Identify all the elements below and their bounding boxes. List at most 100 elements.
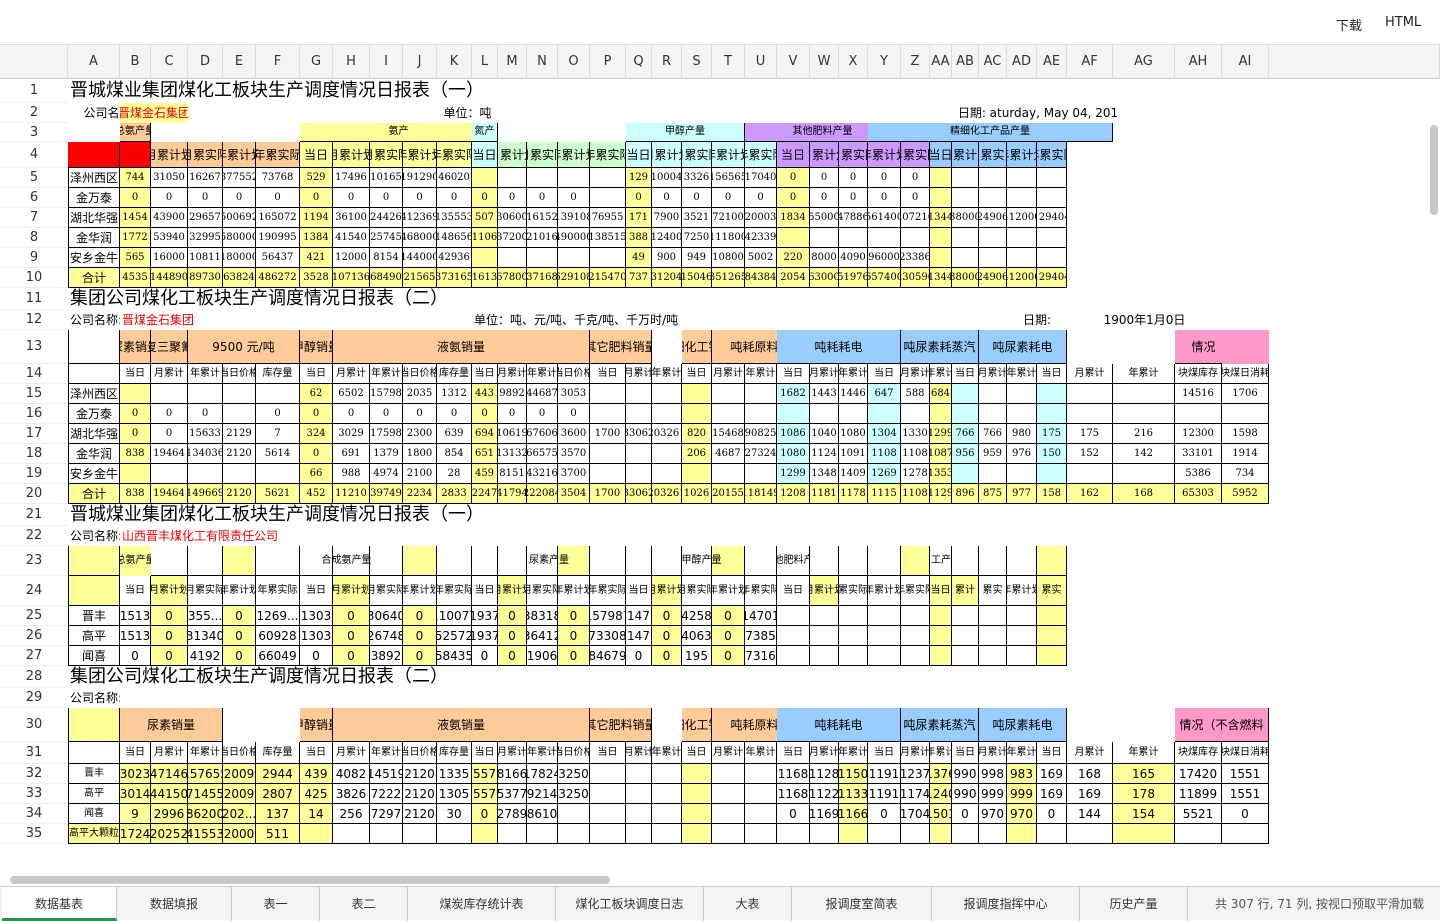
- data-cell[interactable]: 468000: [403, 228, 437, 248]
- data-cell[interactable]: 988: [333, 464, 370, 484]
- info-cell[interactable]: 日期:: [1007, 310, 1067, 330]
- data-cell[interactable]: [151, 384, 188, 404]
- data-cell[interactable]: 0: [437, 188, 472, 208]
- data-cell[interactable]: 351265: [712, 268, 745, 288]
- row-label[interactable]: 合计: [68, 268, 120, 288]
- data-cell[interactable]: 959: [979, 444, 1007, 464]
- column-header[interactable]: Y: [868, 45, 901, 79]
- data-cell[interactable]: 1124: [810, 444, 839, 464]
- data-cell[interactable]: 0: [333, 188, 370, 208]
- data-cell[interactable]: 168: [1067, 764, 1113, 784]
- data-cell[interactable]: [777, 626, 810, 646]
- data-cell[interactable]: [223, 404, 256, 424]
- data-cell[interactable]: 0: [652, 606, 682, 626]
- data-cell[interactable]: [652, 804, 682, 824]
- data-cell[interactable]: 1299: [930, 424, 952, 444]
- data-cell[interactable]: 980: [1007, 424, 1037, 444]
- data-cell[interactable]: [777, 646, 810, 666]
- data-cell[interactable]: [930, 606, 952, 626]
- data-cell[interactable]: 3014: [120, 784, 151, 804]
- header-cell[interactable]: 月累计: [333, 364, 370, 384]
- data-cell[interactable]: [952, 626, 979, 646]
- data-cell[interactable]: 8154: [370, 248, 403, 268]
- data-cell[interactable]: [979, 404, 1007, 424]
- data-cell[interactable]: 1278: [901, 464, 930, 484]
- data-cell[interactable]: [952, 824, 979, 844]
- data-cell[interactable]: 1240: [930, 784, 952, 804]
- data-cell[interactable]: 1106: [472, 228, 498, 248]
- column-header[interactable]: N: [527, 45, 558, 79]
- data-cell[interactable]: 2234: [403, 484, 437, 504]
- data-cell[interactable]: 2120: [403, 804, 437, 824]
- header-cell[interactable]: 吨尿素耗蒸汽: [901, 330, 979, 364]
- data-cell[interactable]: [1175, 824, 1222, 844]
- html-button[interactable]: HTML: [1385, 15, 1421, 30]
- data-cell[interactable]: 2035: [403, 384, 437, 404]
- header-cell[interactable]: 年累计划: [712, 142, 745, 168]
- header-cell[interactable]: 液氨销量: [333, 708, 590, 742]
- data-cell[interactable]: 511: [256, 824, 300, 844]
- data-cell[interactable]: 165072: [256, 208, 300, 228]
- data-cell[interactable]: 14: [300, 804, 333, 824]
- data-cell[interactable]: [745, 464, 777, 484]
- header-cell[interactable]: 当日: [868, 364, 901, 384]
- sheet-tab[interactable]: 数据填报: [117, 887, 232, 921]
- column-header[interactable]: A: [68, 45, 120, 79]
- data-cell[interactable]: 5521: [1175, 804, 1222, 824]
- data-cell[interactable]: 37168: [527, 268, 558, 288]
- sheet-tab[interactable]: 数据基表: [2, 887, 117, 921]
- data-cell[interactable]: 0: [300, 444, 333, 464]
- data-cell[interactable]: 3504: [558, 484, 590, 504]
- data-cell[interactable]: 89730: [188, 268, 223, 288]
- data-cell[interactable]: 52572: [437, 626, 472, 646]
- data-cell[interactable]: [1007, 168, 1037, 188]
- data-cell[interactable]: [979, 646, 1007, 666]
- header-cell[interactable]: 块煤库存: [1175, 364, 1222, 384]
- data-cell[interactable]: [1067, 824, 1113, 844]
- header-cell[interactable]: 9500 元/吨: [188, 330, 300, 364]
- row-label[interactable]: 金万泰: [68, 188, 120, 208]
- data-cell[interactable]: [652, 764, 682, 784]
- horizontal-scrollbar[interactable]: [10, 876, 610, 884]
- header-cell[interactable]: 年累计划: [868, 142, 901, 168]
- data-cell[interactable]: 175: [1037, 424, 1067, 444]
- header-cell[interactable]: 块煤日消耗: [1222, 364, 1269, 384]
- data-cell[interactable]: 1191: [868, 764, 901, 784]
- data-cell[interactable]: [952, 384, 979, 404]
- data-cell[interactable]: [1037, 384, 1067, 404]
- row-header[interactable]: 3: [0, 123, 68, 142]
- data-cell[interactable]: 412000: [1007, 208, 1037, 228]
- vertical-scrollbar[interactable]: [1430, 125, 1438, 215]
- header-cell[interactable]: 总氨产量: [120, 546, 151, 576]
- data-cell[interactable]: 999: [979, 784, 1007, 804]
- data-cell[interactable]: [810, 626, 839, 646]
- header-cell[interactable]: 当日: [120, 142, 151, 168]
- sheet-tab[interactable]: 报调度室简表: [792, 887, 932, 921]
- cell-grid[interactable]: 晋城煤业集团煤化工板块生产调度情况日报表（一） 公司名称: 晋煤金石集团 单位：吨 日期…: [0, 79, 1440, 886]
- column-header[interactable]: AF: [1067, 45, 1113, 79]
- data-cell[interactable]: 1122: [810, 784, 839, 804]
- header-cell[interactable]: 合成氨产量: [256, 546, 437, 576]
- data-cell[interactable]: 17598: [370, 424, 403, 444]
- data-cell[interactable]: 12000: [333, 248, 370, 268]
- data-cell[interactable]: [1007, 404, 1037, 424]
- data-cell[interactable]: 1169: [810, 804, 839, 824]
- data-cell[interactable]: 129: [626, 168, 652, 188]
- data-cell[interactable]: [498, 248, 527, 268]
- data-cell[interactable]: 0: [868, 188, 901, 208]
- header-cell[interactable]: [868, 546, 901, 576]
- data-cell[interactable]: 16152: [527, 208, 558, 228]
- header-cell[interactable]: 年累计划: [868, 576, 901, 606]
- data-cell[interactable]: 33062: [626, 424, 652, 444]
- data-cell[interactable]: 10619: [498, 424, 527, 444]
- info-cell[interactable]: 山西晋丰煤化工有限责任公司: [120, 526, 300, 546]
- data-cell[interactable]: 744: [120, 168, 151, 188]
- data-cell[interactable]: 9214: [527, 784, 558, 804]
- data-cell[interactable]: 0: [777, 188, 810, 208]
- data-cell[interactable]: 5621: [256, 484, 300, 504]
- data-cell[interactable]: 0: [810, 168, 839, 188]
- data-cell[interactable]: [558, 824, 590, 844]
- data-cell[interactable]: 30600: [498, 208, 527, 228]
- data-cell[interactable]: 820: [682, 424, 712, 444]
- data-cell[interactable]: [979, 228, 1007, 248]
